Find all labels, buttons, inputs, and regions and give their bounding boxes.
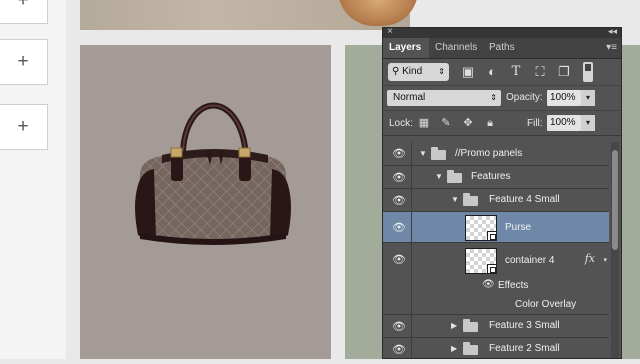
effect-item-row[interactable]: Color Overlay bbox=[383, 295, 609, 315]
blend-row: Normal ⇕ Opacity: 100% ▾ bbox=[383, 86, 621, 111]
layer-row-group[interactable]: 👁︎ ▶ Feature 2 Small bbox=[383, 338, 609, 358]
expand-triangle-icon[interactable]: ▼ bbox=[419, 149, 427, 158]
visibility-eye-icon[interactable]: 👁︎ bbox=[391, 189, 407, 211]
layer-row-container-4[interactable]: 👁︎ container 4 fx ▾ bbox=[383, 243, 609, 276]
folder-icon bbox=[431, 147, 446, 160]
layer-effects-row[interactable]: 👁︎ Effects bbox=[383, 276, 609, 295]
collapse-icon[interactable]: ◂◂ bbox=[608, 28, 617, 37]
fill-input[interactable]: 100% bbox=[547, 115, 581, 131]
add-panel-button[interactable]: + bbox=[0, 104, 48, 150]
filter-toggle-switch[interactable] bbox=[583, 62, 593, 82]
effects-label: Effects bbox=[498, 280, 529, 291]
fill-dropdown-icon[interactable]: ▾ bbox=[581, 115, 595, 131]
layer-name: //Promo panels bbox=[455, 148, 523, 159]
smart-object-badge-icon bbox=[487, 264, 497, 274]
chevron-down-icon: ⇕ bbox=[490, 93, 497, 102]
folder-icon bbox=[447, 170, 462, 183]
layer-thumbnail bbox=[465, 248, 497, 274]
tab-paths[interactable]: Paths bbox=[483, 38, 521, 58]
tab-channels[interactable]: Channels bbox=[429, 38, 483, 58]
panel-menu-icon[interactable]: ▾≡ bbox=[606, 42, 617, 53]
blend-mode-select[interactable]: Normal ⇕ bbox=[387, 90, 501, 106]
layer-name: container 4 bbox=[505, 255, 555, 266]
visibility-eye-icon[interactable]: 👁︎ bbox=[391, 243, 407, 276]
layer-name: Features bbox=[471, 171, 511, 182]
add-panel-button[interactable]: + bbox=[0, 0, 48, 24]
visibility-eye-icon[interactable]: 👁︎ bbox=[391, 212, 407, 242]
layer-name: Feature 2 Small bbox=[489, 343, 560, 354]
adjustment-filter-icon[interactable]: ◐ bbox=[483, 63, 501, 81]
image-filter-icon[interactable]: ▣ bbox=[459, 63, 477, 81]
smart-object-filter-icon[interactable]: ❐ bbox=[555, 63, 573, 81]
visibility-eye-icon[interactable]: 👁︎ bbox=[391, 315, 407, 337]
expand-triangle-icon[interactable]: ▼ bbox=[451, 195, 459, 204]
layer-name: Feature 4 Small bbox=[489, 194, 560, 205]
folder-icon bbox=[463, 193, 478, 206]
purse-image bbox=[135, 102, 291, 245]
layer-name: Feature 3 Small bbox=[489, 320, 560, 331]
lock-row: Lock: ▦ ✎ ✥ 🔒︎ Fill: 100% ▾ bbox=[383, 111, 621, 136]
visibility-eye-icon[interactable]: 👁︎ bbox=[391, 338, 407, 358]
layer-row-group[interactable]: 👁︎ ▼ Features bbox=[383, 166, 609, 189]
folder-icon bbox=[463, 342, 478, 355]
layers-list: 👁︎ ▼ //Promo panels 👁︎ ▼ Features 👁︎ ▼ F… bbox=[383, 142, 621, 358]
layer-row-group[interactable]: 👁︎ ▼ Feature 4 Small bbox=[383, 189, 609, 212]
expand-triangle-icon[interactable]: ▼ bbox=[435, 172, 443, 181]
layers-scrollbar[interactable] bbox=[611, 142, 619, 358]
fill-label: Fill: bbox=[527, 118, 543, 129]
layer-row-group[interactable]: 👁︎ ▼ //Promo panels bbox=[383, 142, 609, 166]
smart-object-badge-icon bbox=[487, 231, 497, 241]
layer-thumbnail bbox=[465, 215, 497, 241]
lock-all-icon[interactable]: 🔒︎ bbox=[483, 116, 497, 130]
lock-transparent-pixels-icon[interactable]: ▦ bbox=[417, 116, 431, 130]
visibility-eye-icon[interactable]: 👁︎ bbox=[391, 142, 407, 165]
expand-effects-icon[interactable]: ▾ bbox=[603, 256, 607, 264]
chevron-down-icon: ⇕ bbox=[438, 67, 445, 76]
add-panel-button[interactable]: + bbox=[0, 39, 48, 85]
collapse-triangle-icon[interactable]: ▶ bbox=[451, 321, 457, 330]
shape-filter-icon[interactable]: ⛶ bbox=[531, 63, 549, 81]
canvas-left-strip: + + + bbox=[0, 0, 66, 359]
collapse-triangle-icon[interactable]: ▶ bbox=[451, 344, 457, 353]
panel-tabs: Layers Channels Paths ▾≡ bbox=[383, 38, 621, 59]
panel-titlebar: × ◂◂ bbox=[383, 28, 621, 38]
kind-filter-select[interactable]: ⚲ Kind ⇕ bbox=[388, 63, 449, 81]
effect-name: Color Overlay bbox=[515, 299, 577, 310]
opacity-input[interactable]: 100% bbox=[547, 90, 581, 106]
promo-panel-purse bbox=[80, 45, 331, 359]
layer-row-group[interactable]: 👁︎ ▶ Feature 3 Small bbox=[383, 315, 609, 338]
layer-row-purse[interactable]: 👁︎ Purse bbox=[383, 212, 609, 243]
lock-position-icon[interactable]: ✥ bbox=[461, 116, 475, 130]
layers-panel: × ◂◂ Layers Channels Paths ▾≡ ⚲ Kind ⇕ ▣ … bbox=[382, 27, 622, 359]
close-icon[interactable]: × bbox=[387, 28, 393, 37]
search-icon: ⚲ bbox=[392, 66, 403, 77]
lock-label: Lock: bbox=[389, 118, 413, 129]
folder-icon bbox=[463, 319, 478, 332]
effects-visibility-eye-icon[interactable]: 👁︎ bbox=[482, 279, 495, 290]
layer-effects-fx-icon[interactable]: fx bbox=[585, 252, 595, 265]
tab-layers[interactable]: Layers bbox=[383, 38, 429, 58]
layer-name: Purse bbox=[505, 222, 532, 233]
scrollbar-thumb[interactable] bbox=[612, 150, 618, 250]
type-filter-icon[interactable]: T bbox=[507, 63, 525, 81]
opacity-dropdown-icon[interactable]: ▾ bbox=[581, 90, 595, 106]
visibility-eye-icon[interactable]: 👁︎ bbox=[391, 166, 407, 188]
opacity-label: Opacity: bbox=[506, 92, 543, 103]
lock-image-pixels-icon[interactable]: ✎ bbox=[439, 116, 453, 130]
filter-row: ⚲ Kind ⇕ ▣ ◐ T ⛶ ❐ bbox=[383, 59, 621, 86]
